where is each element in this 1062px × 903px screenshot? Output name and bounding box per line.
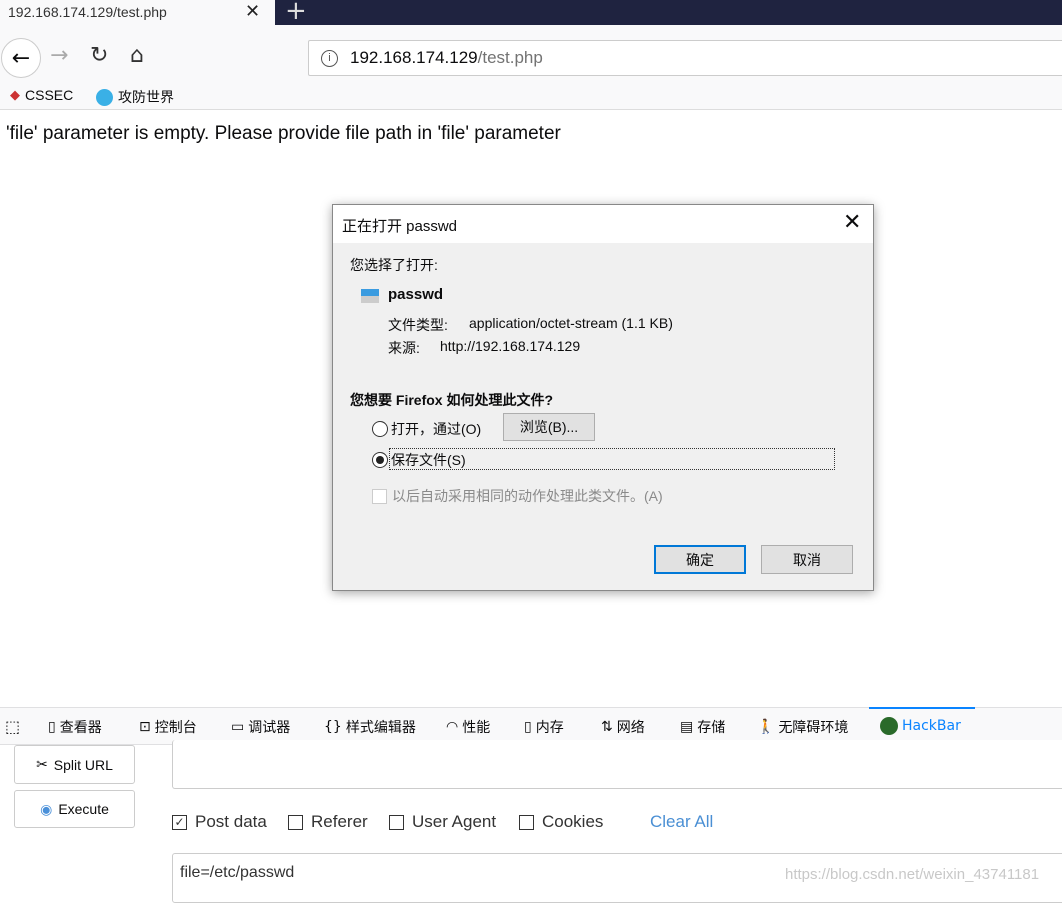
checkbox-box <box>519 814 534 830</box>
tab-network[interactable]: ⇅ 网络 <box>601 717 645 737</box>
checkbox-label: Cookies <box>542 812 604 831</box>
url-bar[interactable]: i 192.168.174.129/test.php <box>308 40 1062 76</box>
button-label: Execute <box>58 801 109 817</box>
checkbox-box <box>389 814 404 830</box>
chip-icon: ▯ <box>524 719 532 735</box>
person-icon: 🚶 <box>757 719 775 735</box>
radio-label: 打开，通过(O) <box>391 421 482 437</box>
tab-style-editor[interactable]: {} 样式编辑器 <box>324 717 416 737</box>
browse-button[interactable]: 浏览(B)... <box>503 413 595 441</box>
info-icon[interactable]: i <box>321 49 338 67</box>
inspector-icon: ▯ <box>48 719 56 735</box>
tab-performance[interactable]: ◠ 性能 <box>446 717 490 737</box>
gongfang-icon <box>96 88 113 106</box>
forward-button[interactable]: → <box>50 43 68 68</box>
post-data-checkbox[interactable]: ✓ Post data <box>172 812 267 832</box>
cookies-checkbox[interactable]: Cookies <box>519 812 603 832</box>
tab-memory[interactable]: ▯ 内存 <box>524 717 564 737</box>
close-icon[interactable]: ✕ <box>843 209 861 235</box>
tab-accessibility[interactable]: 🚶 无障碍环境 <box>757 717 848 737</box>
tab-storage[interactable]: ▤ 存储 <box>680 717 725 737</box>
button-label: Split URL <box>53 756 113 773</box>
bookmark-label: CSSEC <box>25 87 74 103</box>
user-agent-checkbox[interactable]: User Agent <box>389 812 496 832</box>
open-with-radio[interactable]: 打开，通过(O) <box>372 419 481 439</box>
file-name: passwd <box>388 286 444 303</box>
file-icon <box>361 289 379 303</box>
back-button[interactable]: ← <box>1 38 41 78</box>
new-tab-icon[interactable]: + <box>285 0 307 26</box>
file-type-value: application/octet-stream (1.1 KB) <box>469 315 673 331</box>
braces-icon: {} <box>324 719 342 735</box>
clear-all-link[interactable]: Clear All <box>650 812 713 832</box>
cancel-button[interactable]: 取消 <box>761 545 853 574</box>
gauge-icon: ◠ <box>446 719 459 735</box>
home-button[interactable]: ⌂ <box>130 43 144 68</box>
console-icon: ⊡ <box>139 719 151 735</box>
referer-checkbox[interactable]: Referer <box>288 812 368 832</box>
url-textarea[interactable] <box>172 740 1062 789</box>
checkbox-box <box>372 488 387 504</box>
tab-label: 调试器 <box>248 720 291 736</box>
url-path: /test.php <box>477 48 543 67</box>
tab-label: HackBar <box>902 718 961 734</box>
tab-debugger[interactable]: ▭ 调试器 <box>231 717 290 737</box>
source-value: http://192.168.174.129 <box>440 338 581 354</box>
open-file-dialog: 正在打开 passwd ✕ 您选择了打开: passwd 文件类型: appli… <box>332 204 874 591</box>
url-host: 192.168.174.129 <box>350 48 478 67</box>
bookmark-gongfang[interactable]: 攻防世界 <box>96 87 174 107</box>
checkbox-box <box>288 814 303 830</box>
tab-title: 192.168.174.129/test.php <box>8 4 167 20</box>
dialog-intro: 您选择了打开: <box>350 257 438 273</box>
source-label: 来源: <box>388 340 420 356</box>
ok-button[interactable]: 确定 <box>654 545 746 574</box>
tab-label: 查看器 <box>59 720 102 736</box>
split-url-button[interactable]: ✂ Split URL <box>14 745 135 784</box>
debugger-icon: ▭ <box>231 719 245 735</box>
page-message: 'file' parameter is empty. Please provid… <box>6 123 561 144</box>
browser-tab[interactable]: 192.168.174.129/test.php <box>0 0 275 25</box>
tab-label: 性能 <box>462 720 491 736</box>
hackbar-icon <box>880 717 898 735</box>
tab-label: 无障碍环境 <box>778 720 849 736</box>
tab-label: 样式编辑器 <box>345 720 416 736</box>
checkbox-label: Post data <box>195 812 267 831</box>
scissors-icon: ✂ <box>36 756 48 772</box>
dialog-question: 您想要 Firefox 如何处理此文件? <box>350 392 554 408</box>
checkbox-box: ✓ <box>172 814 187 830</box>
checkbox-label: User Agent <box>412 812 497 831</box>
dialog-title: 正在打开 passwd <box>333 205 873 243</box>
updown-arrows-icon: ⇅ <box>601 719 613 735</box>
checkbox-label: 以后自动采用相同的动作处理此类文件。(A) <box>392 488 663 504</box>
bookmark-label: 攻防世界 <box>118 89 174 105</box>
radio-circle <box>372 452 388 468</box>
file-type-label: 文件类型: <box>388 317 448 333</box>
tab-label: 存储 <box>697 720 726 736</box>
cssec-icon: ◆ <box>10 87 20 102</box>
picker-icon[interactable]: ⬚ <box>5 717 20 736</box>
tab-console[interactable]: ⊡ 控制台 <box>139 717 197 737</box>
tab-label: 网络 <box>616 720 645 736</box>
execute-button[interactable]: ◉ Execute <box>14 790 135 828</box>
tab-hackbar[interactable]: HackBar <box>880 717 961 735</box>
checkbox-label: Referer <box>311 812 368 831</box>
remember-checkbox[interactable]: 以后自动采用相同的动作处理此类文件。(A) <box>372 486 663 506</box>
focus-outline <box>389 448 835 470</box>
tab-inspector[interactable]: ▯ 查看器 <box>48 717 102 737</box>
bookmark-cssec[interactable]: ◆ CSSEC <box>10 87 73 103</box>
active-tab-indicator <box>869 707 975 709</box>
reload-button[interactable]: ↻ <box>90 43 108 68</box>
radio-circle <box>372 421 388 437</box>
tab-label: 控制台 <box>154 720 197 736</box>
close-tab-icon[interactable]: ✕ <box>245 1 260 22</box>
tab-label: 内存 <box>535 720 564 736</box>
play-icon: ◉ <box>40 800 53 817</box>
bookmarks-bar: ◆ CSSEC 攻防世界 <box>0 83 1062 110</box>
storage-icon: ▤ <box>680 719 694 735</box>
watermark: https://blog.csdn.net/weixin_43741181 <box>785 866 1040 883</box>
